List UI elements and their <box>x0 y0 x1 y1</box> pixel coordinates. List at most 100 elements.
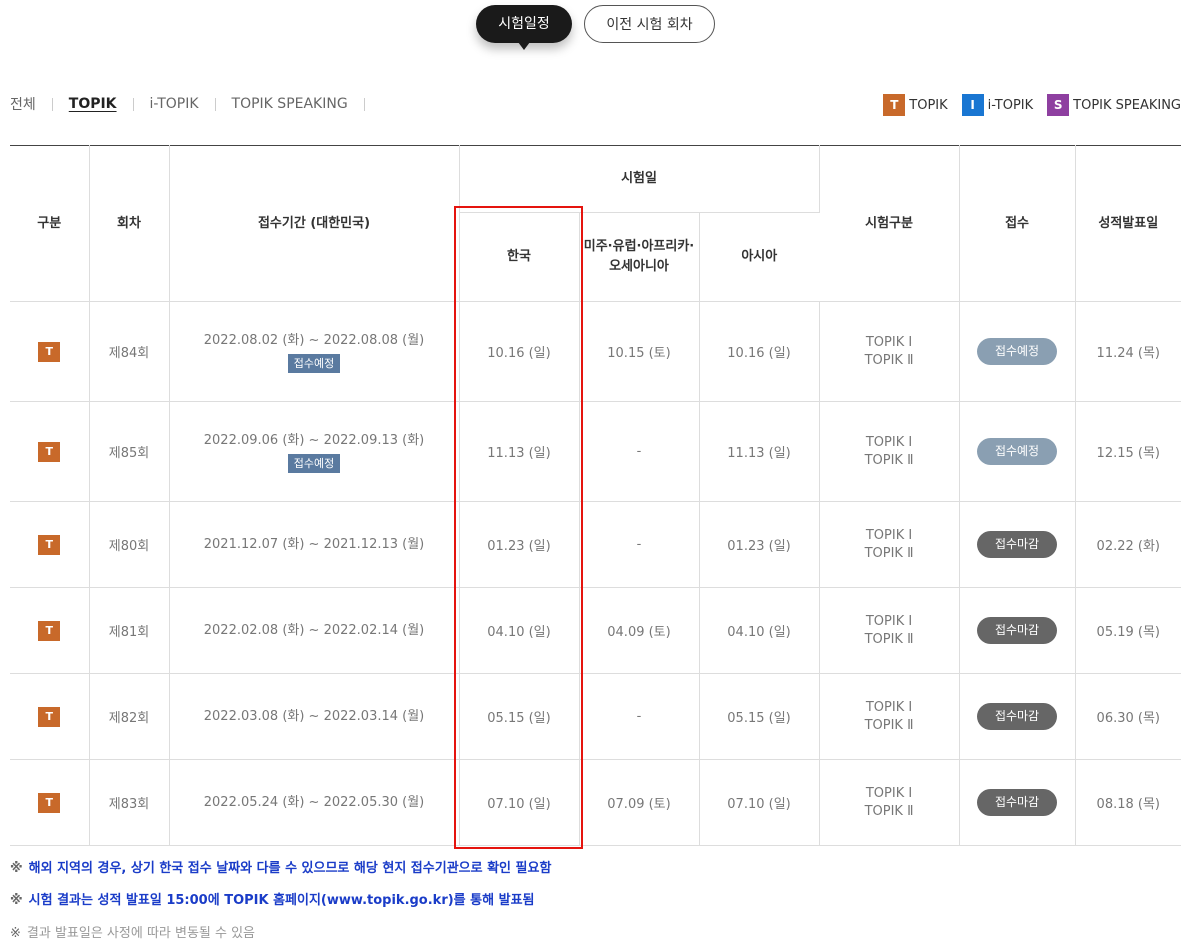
header-category: 구분 <box>10 145 90 302</box>
registration-status-button[interactable]: 접수예정 <box>977 338 1058 365</box>
topik-badge-icon: T <box>38 534 61 555</box>
result-date-cell: 11.24 (목) <box>1075 301 1182 402</box>
note-mark: ※ <box>10 861 23 876</box>
header-asia: 아시아 <box>699 212 820 302</box>
level-1-text: TOPIK Ⅰ <box>865 334 913 350</box>
registration-cell: 접수예정 <box>959 301 1076 402</box>
topik-badge-icon: T <box>38 792 61 813</box>
period-cell: 2022.08.02 (화) ~ 2022.08.08 (월) 접수예정 <box>169 301 460 402</box>
period-text: 2022.09.06 (화) ~ 2022.09.13 (화) <box>203 432 425 448</box>
level-1-text: TOPIK Ⅰ <box>865 613 913 629</box>
americas-date-cell: - <box>579 673 700 760</box>
note-change: ※ 결과 발표일은 사정에 따라 변동될 수 있음 <box>10 922 255 941</box>
tab-previous-rounds-label: 이전 시험 회차 <box>606 17 693 33</box>
registration-status-button[interactable]: 접수마감 <box>977 789 1058 816</box>
registration-upcoming-tag: 접수예정 <box>287 353 341 373</box>
exam-type-legend: T TOPIK I i-TOPIK S TOPIK SPEAKING <box>869 94 1181 116</box>
header-exam-date: 시험일 <box>459 145 820 213</box>
note-text: 시험 결과는 성적 발표일 15:00에 TOPIK 홈페이지(www.topi… <box>28 893 535 908</box>
level-2-text: TOPIK Ⅱ <box>864 803 914 819</box>
round-cell: 제84회 <box>89 301 170 402</box>
level-1-text: TOPIK Ⅰ <box>865 434 913 450</box>
registration-cell: 접수마감 <box>959 501 1076 588</box>
registration-status-button[interactable]: 접수마감 <box>977 703 1058 730</box>
header-round: 회차 <box>89 145 170 302</box>
tab-previous-rounds[interactable]: 이전 시험 회차 <box>584 5 715 43</box>
table-row: T 제82회 2022.03.08 (화) ~ 2022.03.14 (월) 05.1… <box>10 673 1182 760</box>
category-cell: T <box>10 759 90 846</box>
asia-date-cell: 11.13 (일) <box>699 401 820 502</box>
header-result-date: 성적발표일 <box>1075 145 1182 302</box>
level-2-text: TOPIK Ⅱ <box>864 545 914 561</box>
registration-cell: 접수마감 <box>959 673 1076 760</box>
period-cell: 2022.05.24 (화) ~ 2022.05.30 (월) <box>169 759 460 846</box>
exam-type-cell: TOPIK Ⅰ TOPIK Ⅱ <box>819 301 960 402</box>
topik-badge-icon: T <box>38 620 61 641</box>
registration-status-button[interactable]: 접수마감 <box>977 617 1058 644</box>
exam-type-cell: TOPIK Ⅰ TOPIK Ⅱ <box>819 501 960 588</box>
round-cell: 제85회 <box>89 401 170 502</box>
americas-date-cell: 10.15 (토) <box>579 301 700 402</box>
category-cell: T <box>10 673 90 760</box>
table-row: T 제80회 2021.12.07 (화) ~ 2021.12.13 (월) 01.2… <box>10 501 1182 588</box>
legend-topik-speaking: S TOPIK SPEAKING <box>1047 94 1181 116</box>
korea-date-cell: 01.23 (일) <box>459 501 580 588</box>
filter-topik[interactable]: TOPIK <box>69 96 117 112</box>
registration-cell: 접수예정 <box>959 401 1076 502</box>
note-mark: ※ <box>10 893 23 908</box>
exam-type-cell: TOPIK Ⅰ TOPIK Ⅱ <box>819 759 960 846</box>
filter-all[interactable]: 전체 <box>10 94 36 114</box>
level-2-text: TOPIK Ⅱ <box>864 452 914 468</box>
level-2-text: TOPIK Ⅱ <box>864 631 914 647</box>
header-americas-europe-africa-oceania: 미주·유럽·아프리카·오세아니아 <box>579 212 700 302</box>
level-1-text: TOPIK Ⅰ <box>865 527 913 543</box>
korea-date-cell: 10.16 (일) <box>459 301 580 402</box>
level-2-text: TOPIK Ⅱ <box>864 717 914 733</box>
result-date-cell: 02.22 (화) <box>1075 501 1182 588</box>
round-cell: 제81회 <box>89 587 170 674</box>
asia-date-cell: 01.23 (일) <box>699 501 820 588</box>
registration-cell: 접수마감 <box>959 759 1076 846</box>
note-overseas: ※ 해외 지역의 경우, 상기 한국 접수 날짜와 다를 수 있으므로 해당 현지… <box>10 857 551 876</box>
period-text: 2022.03.08 (화) ~ 2022.03.14 (월) <box>203 708 425 724</box>
result-date-cell: 12.15 (목) <box>1075 401 1182 502</box>
exam-type-cell: TOPIK Ⅰ TOPIK Ⅱ <box>819 401 960 502</box>
exam-type-cell: TOPIK Ⅰ TOPIK Ⅱ <box>819 673 960 760</box>
legend-i-topik: I i-TOPIK <box>961 94 1034 116</box>
category-cell: T <box>10 501 90 588</box>
active-caret-icon <box>518 42 530 50</box>
period-text: 2021.12.07 (화) ~ 2021.12.13 (월) <box>203 536 425 552</box>
filter-divider <box>363 97 365 111</box>
americas-date-cell: 07.09 (토) <box>579 759 700 846</box>
registration-status-button[interactable]: 접수마감 <box>977 531 1058 558</box>
header-exam-type: 시험구분 <box>819 145 960 302</box>
period-text: 2022.02.08 (화) ~ 2022.02.14 (월) <box>203 622 425 638</box>
topik-badge-icon: T <box>38 441 61 462</box>
filter-divider <box>132 97 134 111</box>
legend-i-topik-label: i-TOPIK <box>987 97 1034 113</box>
americas-date-cell: - <box>579 501 700 588</box>
topik-speaking-badge-icon: S <box>1047 94 1070 116</box>
asia-date-cell: 10.16 (일) <box>699 301 820 402</box>
table-row: T 제81회 2022.02.08 (화) ~ 2022.02.14 (월) 04.1… <box>10 587 1182 674</box>
americas-date-cell: - <box>579 401 700 502</box>
registration-upcoming-tag: 접수예정 <box>287 453 341 473</box>
registration-status-button[interactable]: 접수예정 <box>977 438 1058 465</box>
period-cell: 2022.03.08 (화) ~ 2022.03.14 (월) <box>169 673 460 760</box>
tab-exam-schedule-label: 시험일정 <box>498 16 550 32</box>
category-cell: T <box>10 401 90 502</box>
tab-exam-schedule[interactable]: 시험일정 <box>476 5 572 50</box>
note-text: 결과 발표일은 사정에 따라 변동될 수 있음 <box>26 926 256 941</box>
legend-topik-label: TOPIK <box>909 97 948 113</box>
filter-i-topik[interactable]: i-TOPIK <box>150 96 199 112</box>
filter-topik-speaking[interactable]: TOPIK SPEAKING <box>232 96 348 112</box>
asia-date-cell: 04.10 (일) <box>699 587 820 674</box>
header-registration: 접수 <box>959 145 1076 302</box>
note-mark: ※ <box>10 926 21 941</box>
table-row: T 제83회 2022.05.24 (화) ~ 2022.05.30 (월) 07.1… <box>10 759 1182 846</box>
legend-topik: T TOPIK <box>883 94 948 116</box>
exam-filter-tabs: 전체 TOPIK i-TOPIK TOPIK SPEAKING <box>10 94 381 114</box>
asia-date-cell: 05.15 (일) <box>699 673 820 760</box>
header-period: 접수기간 (대한민국) <box>169 145 460 302</box>
round-cell: 제80회 <box>89 501 170 588</box>
